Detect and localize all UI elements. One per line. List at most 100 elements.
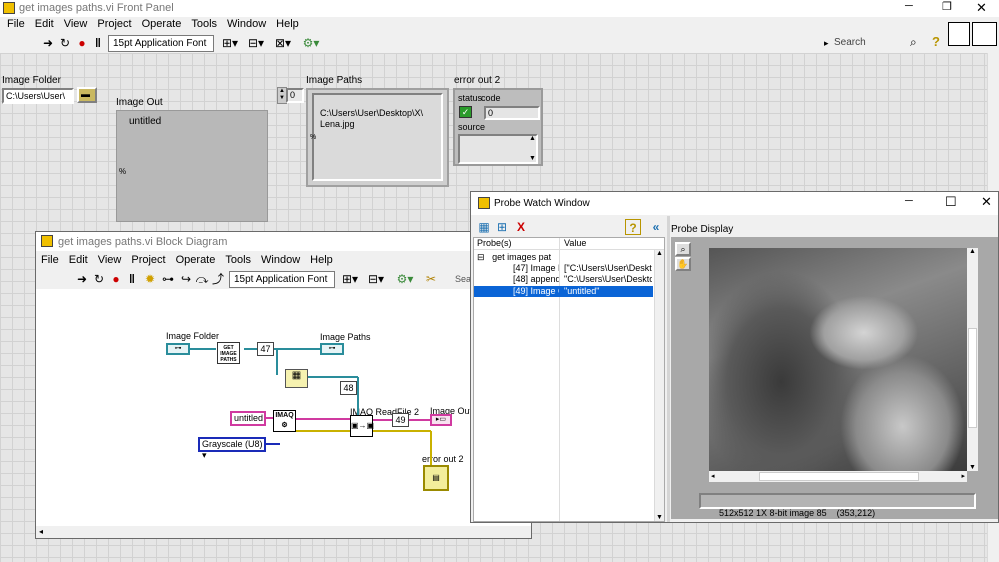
value-column-header[interactable]: Value [564,238,586,248]
menu-tools[interactable]: Tools [191,18,217,30]
minimize-button[interactable]: ─ [905,195,913,207]
step-over-icon[interactable]: ⤼ [194,271,210,287]
menu-help[interactable]: Help [310,254,333,266]
step-out-icon[interactable]: ⤴ [210,271,226,287]
menu-file[interactable]: File [41,254,59,266]
probe-49-badge[interactable]: 49 [392,413,409,427]
menu-view[interactable]: View [64,18,88,30]
align-objects-icon[interactable]: ⊞▾ [220,35,240,51]
search-icon[interactable]: ⌕ [910,35,917,50]
menu-view[interactable]: View [98,254,122,266]
minimize-button[interactable]: ─ [905,0,913,12]
probe-tree-root[interactable]: ⊟ get images pat [477,252,561,263]
run-arrow-icon[interactable]: ➜ [74,271,90,287]
menu-window[interactable]: Window [227,18,266,30]
probes-column-header[interactable]: Probe(s) [477,238,512,248]
error-out-terminal[interactable]: ▤ [423,465,449,491]
error-source-scroll[interactable]: ▲ ▼ [529,134,536,164]
collapse-toggle-icon[interactable]: ⊟ [477,252,485,262]
reorder-icon[interactable]: ⚙▾ [300,35,322,51]
array-index-display[interactable]: 0 [286,88,304,103]
pan-tool-icon[interactable]: ✋ [675,257,691,271]
help-icon[interactable]: ? [625,219,641,235]
image-out-terminal[interactable]: ▸▭ [430,414,452,426]
block-diagram-menubar: File Edit View Project Operate Tools Window Hel… [41,254,343,266]
probe-48-badge[interactable]: 48 [340,381,357,395]
pause-icon[interactable]: ‖ [124,271,140,287]
menu-tools[interactable]: Tools [225,254,251,266]
probe-47-badge[interactable]: 47 [257,342,274,356]
probe-image-vscroll[interactable]: ▲ ▼ [967,248,978,471]
menu-file[interactable]: File [7,18,25,30]
image-folder-value[interactable]: C:\Users\User\ [6,91,65,101]
reorder-icon[interactable]: ⚙▾ [394,271,416,287]
probe-list-scrollbar[interactable]: ▲ ▼ [654,250,664,521]
imaq-create-node[interactable]: IMAQ ⚙ [273,410,296,432]
vi-icon[interactable] [972,22,997,46]
menu-project[interactable]: Project [131,254,165,266]
image-paths-element[interactable]: C:\Users\User\Desktop\X\ Lena.jpg [312,93,443,181]
run-arrow-icon[interactable]: ➜ [40,35,56,51]
browse-folder-button[interactable]: ▬ [77,87,97,103]
maximize-button[interactable]: ☐ [945,194,957,210]
distribute-objects-icon[interactable]: ⊟▾ [366,271,386,287]
image-wire [296,418,350,420]
run-continuously-icon[interactable]: ↻ [91,271,107,287]
distribute-objects-icon[interactable]: ⊟▾ [246,35,266,51]
search-input[interactable]: Search [834,37,904,48]
menu-operate[interactable]: Operate [142,18,182,30]
align-objects-icon[interactable]: ⊞▾ [340,271,360,287]
menu-edit[interactable]: Edit [35,18,54,30]
font-dropdown[interactable]: 15pt Application Font▾ [108,35,214,64]
probe-row-selected[interactable]: [49] Image C "untitled" [474,286,653,297]
hscroll-thumb[interactable] [759,472,919,481]
block-diagram-canvas: Image Folder Image Paths IMAQ ReadFile 2… [36,289,531,526]
new-probe-icon[interactable]: ▦ [476,219,492,235]
image-folder-terminal[interactable]: ⊶ [166,343,190,355]
probe-image-hscroll[interactable]: ◂ ▸ [709,471,967,482]
menu-window[interactable]: Window [261,254,300,266]
untitled-constant[interactable]: untitled [230,411,266,426]
abort-icon[interactable]: ● [74,35,90,51]
block-diagram-hscroll[interactable]: ◂ [36,526,531,538]
run-continuously-icon[interactable]: ↻ [57,35,73,51]
pause-icon[interactable]: ‖ [90,35,106,51]
vscroll-thumb[interactable] [968,328,977,428]
retain-wire-values-icon[interactable]: ⊶ [160,271,176,287]
close-button[interactable]: ✕ [976,0,987,16]
resize-objects-icon[interactable]: ⊠▾ [272,35,294,51]
panel-splitter[interactable] [667,216,670,522]
menu-operate[interactable]: Operate [176,254,216,266]
build-path-node[interactable]: ▦ [285,369,308,388]
expand-probe-icon[interactable]: ⊞ [494,219,510,235]
connector-pane-icon[interactable] [948,22,970,46]
highlight-execution-icon[interactable]: ✹ [142,271,158,287]
close-button[interactable]: ✕ [981,194,992,210]
clean-up-diagram-icon[interactable]: ✂ [422,271,440,287]
delete-probe-icon[interactable]: X [513,219,529,235]
grayscale-enum[interactable]: Grayscale (U8) ▾ [198,437,266,460]
probe-row[interactable]: [47] Image F ["C:\Users\User\Deskt [474,263,654,274]
menu-edit[interactable]: Edit [69,254,88,266]
error-out-cluster: status code ✓ 0 source ▲ ▼ [453,88,543,166]
help-icon[interactable]: ? [932,34,940,49]
menu-help[interactable]: Help [276,18,299,30]
imaq-readfile-node[interactable]: ▣→▣ [350,415,374,437]
zoom-tool-icon[interactable]: ⌕ [675,242,691,256]
image-folder-control[interactable]: C:\Users\User\ [2,88,74,104]
get-image-paths-subvi[interactable]: GET IMAGE PATHS [217,342,240,364]
maximize-button[interactable]: ❐ [942,0,952,13]
probe-name: [47] Image F [513,263,559,273]
font-dropdown[interactable]: 15pt Application Font▾ [229,271,335,300]
probe-row[interactable]: [48] append "C:\Users\User\Deskto [474,274,654,285]
collapse-panel-icon[interactable]: « [648,219,664,235]
image-paths-value[interactable]: C:\Users\User\Desktop\X\ Lena.jpg [320,108,423,129]
error-source-label: source [458,122,486,132]
step-into-icon[interactable]: ↪ [178,271,194,287]
search-input[interactable]: Sea [455,274,471,284]
image-paths-terminal[interactable]: ⊶ [320,343,344,355]
menu-project[interactable]: Project [97,18,131,30]
array-index-value[interactable]: 0 [290,90,295,100]
abort-icon[interactable]: ● [108,271,124,287]
probe-title: Probe Watch Window [494,198,590,209]
